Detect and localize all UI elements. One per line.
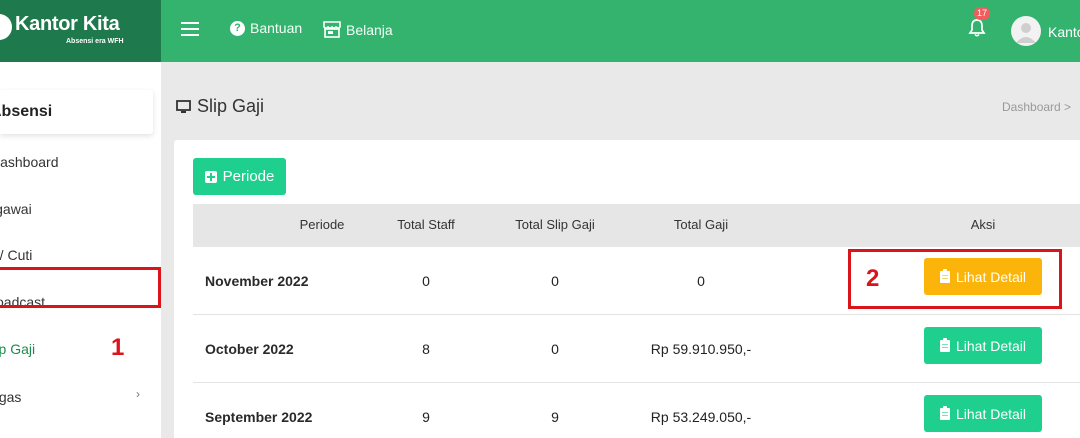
cell-total-staff: 9 (422, 409, 430, 425)
cell-periode: September 2022 (205, 409, 313, 425)
col-periode: Periode (299, 217, 345, 232)
nav-help-label: Bantuan (250, 20, 303, 36)
sidebar-item-cuti[interactable]: Izin / Cuti (0, 247, 135, 263)
col-total-slip: Total Slip Gaji (515, 217, 595, 232)
sidebar-brand: Absensi (0, 90, 153, 134)
help-circle-icon: ? (230, 20, 245, 36)
cell-periode: November 2022 (205, 273, 309, 289)
cell-total-gaji: Rp 59.910.950,- (650, 341, 752, 357)
view-detail-label: Lihat Detail (955, 337, 1027, 354)
nav-help-link[interactable]: ? Bantuan (230, 20, 302, 36)
view-detail-button[interactable]: Lihat Detail (924, 395, 1042, 432)
top-navbar: ? Bantuan Belanja 17 Kantor (161, 0, 1080, 62)
logo-text: Kantor Kita (15, 13, 120, 35)
table-row: October 2022 8 0 Rp 59.910.950,- Lihat D… (193, 315, 1080, 383)
clipboard-icon (939, 405, 950, 420)
add-periode-button[interactable]: Periode (193, 158, 286, 195)
sidebar-item-pegawai[interactable]: Pegawai (0, 201, 139, 217)
highlight-box-step2 (848, 249, 1062, 309)
cell-total-staff: 0 (422, 273, 430, 289)
logo-tagline: Absensi era WFH (66, 38, 124, 45)
step-number-1: 1 (111, 334, 125, 361)
user-avatar[interactable] (1011, 16, 1041, 46)
col-total-gaji: Total Gaji (673, 217, 729, 232)
view-detail-label: Lihat Detail (955, 405, 1027, 422)
nav-shop-label: Belanja (346, 21, 393, 38)
cell-total-staff: 8 (422, 341, 430, 357)
add-periode-label: Periode (222, 168, 275, 185)
hamburger-menu-icon[interactable] (181, 22, 199, 36)
highlight-box-step1 (0, 267, 161, 308)
logo-area[interactable]: Kantor Kita Absensi era WFH (0, 0, 161, 62)
clipboard-icon (939, 337, 950, 352)
cell-total-gaji: Rp 53.249.050,- (650, 409, 752, 425)
chevron-right-icon: › (136, 387, 140, 401)
cell-total-slip: 0 (551, 273, 559, 289)
sidebar-item-dashboard[interactable]: Dashboard (0, 154, 151, 170)
sidebar-item-tugas[interactable]: Tugas (0, 389, 144, 405)
plus-square-icon (204, 170, 217, 183)
bell-icon[interactable] (967, 18, 987, 38)
sidebar-item-label: Tugas (0, 389, 22, 405)
cell-total-gaji: 0 (697, 273, 705, 289)
table-header: Periode Total Staff Total Slip Gaji Tota… (193, 204, 1080, 247)
sidebar: Absensi Dashboard Pegawai Izin / Cuti Br… (0, 62, 161, 438)
breadcrumb[interactable]: Dashboard > (1002, 100, 1071, 114)
page-title-text: Slip Gaji (197, 96, 265, 116)
step-number-2: 2 (866, 265, 880, 292)
col-total-staff: Total Staff (397, 217, 455, 232)
cell-periode: October 2022 (205, 341, 294, 357)
nav-shop-link[interactable]: Belanja (323, 21, 393, 38)
cell-total-slip: 0 (551, 341, 559, 357)
page-title: Slip Gaji (176, 96, 264, 117)
notification-badge: 17 (974, 7, 991, 20)
table-row: September 2022 9 9 Rp 53.249.050,- Lihat… (193, 383, 1080, 438)
logo-icon (0, 14, 12, 40)
cell-total-slip: 9 (551, 409, 559, 425)
col-aksi: Aksi (970, 217, 996, 232)
store-icon (323, 21, 341, 38)
view-detail-button[interactable]: Lihat Detail (924, 327, 1042, 364)
user-icon (1016, 23, 1036, 43)
monitor-icon (176, 99, 191, 113)
user-name[interactable]: Kantor (1048, 24, 1080, 40)
